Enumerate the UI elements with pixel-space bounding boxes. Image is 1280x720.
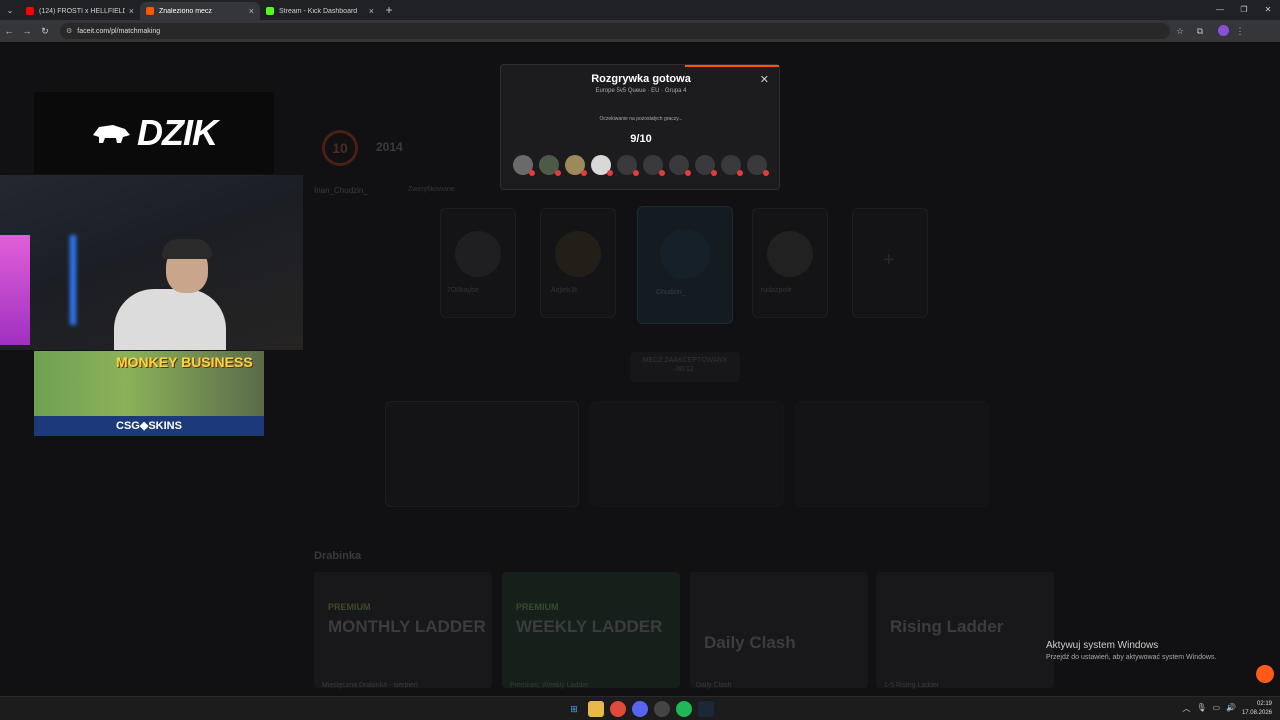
- match-ready-dialog: Rozgrywka gotowa Europe 5v5 Queue · EU ·…: [500, 64, 780, 190]
- new-tab-button[interactable]: +: [380, 3, 398, 17]
- ladder-card[interactable]: PREMIUM MONTHLY LADDER: [314, 572, 492, 688]
- bookmark-star-icon[interactable]: ☆: [1170, 26, 1190, 37]
- team-card[interactable]: 7O0kaybe: [440, 208, 516, 318]
- forward-icon[interactable]: →: [18, 26, 36, 36]
- extensions-icon[interactable]: ⧉: [1190, 26, 1210, 37]
- username: Inan_Chudzin_: [314, 186, 368, 195]
- profile-icon[interactable]: [1210, 24, 1230, 38]
- sponsor-banner: MONKEY BUSINESS CSG◆SKINS: [34, 351, 264, 436]
- player-avatar: [721, 155, 743, 176]
- elo-value: 2014: [376, 140, 403, 154]
- ladder-heading: Drabinka: [314, 550, 362, 562]
- back-icon[interactable]: ←: [0, 26, 18, 36]
- player-avatar: [695, 155, 717, 176]
- page-viewport: 10 2014 Inan_Chudzin_ Zweryfikowane 7O0k…: [0, 42, 1280, 696]
- player-list: [513, 155, 773, 176]
- webcam-feed: [0, 175, 303, 350]
- level-badge: 10: [322, 130, 358, 166]
- mic-icon[interactable]: 🎙: [1196, 703, 1206, 714]
- system-tray: ︿ 🎙 ▭ 🔊: [1176, 703, 1236, 714]
- team-card[interactable]: rudazpole: [752, 208, 828, 318]
- tab-faceit[interactable]: Znaleziono mecz ×: [140, 2, 260, 20]
- ladder-card[interactable]: Rising Ladder: [876, 572, 1054, 688]
- spotify-icon[interactable]: [676, 701, 692, 717]
- clock[interactable]: 02:19 17.08.2026: [1242, 700, 1272, 718]
- match-accepted-button[interactable]: MECZ ZAAKCEPTOWANY 00:12: [630, 352, 740, 382]
- mode-card[interactable]: [385, 401, 579, 507]
- player-avatar: [747, 155, 769, 176]
- steam-icon[interactable]: [698, 701, 714, 717]
- browser-tabbar: ⌄ (124) FROSTI x HELLFIELD - WS × Znalez…: [0, 0, 1280, 20]
- kick-icon: [266, 7, 274, 15]
- player-avatar: [591, 155, 613, 176]
- boar-icon: [93, 125, 130, 143]
- ladder-card[interactable]: Daily Clash: [690, 572, 868, 688]
- volume-icon[interactable]: 🔊: [1226, 703, 1236, 714]
- start-icon[interactable]: ⊞: [566, 701, 582, 717]
- player-avatar: [617, 155, 639, 176]
- mode-card[interactable]: [590, 401, 784, 507]
- player-avatar: [643, 155, 665, 176]
- close-icon[interactable]: ✕: [760, 73, 769, 86]
- mode-card[interactable]: [795, 401, 989, 507]
- youtube-icon: [26, 7, 34, 15]
- maximize-button[interactable]: ❐: [1232, 0, 1256, 20]
- discord-icon[interactable]: [632, 701, 648, 717]
- dialog-title: Rozgrywka gotowa: [591, 73, 691, 85]
- activation-watermark: Aktywuj system Windows Przejdź do ustawi…: [1046, 640, 1217, 661]
- faceit-fab-button[interactable]: [1256, 665, 1274, 683]
- accepted-count: 9/10: [630, 133, 652, 145]
- chevron-up-icon[interactable]: ︿: [1182, 703, 1190, 714]
- close-tab-icon[interactable]: ×: [249, 6, 254, 16]
- taskbar: ⊞ ︿ 🎙 ▭ 🔊 02:19 17.08.2026: [0, 696, 1280, 720]
- minimize-button[interactable]: —: [1208, 0, 1232, 20]
- team-card[interactable]: Aajtek3k: [540, 208, 616, 318]
- close-tab-icon[interactable]: ×: [129, 6, 134, 16]
- faceit-icon: [146, 7, 154, 15]
- team-card-self[interactable]: Chudzin_: [637, 206, 733, 324]
- waiting-text: Oczekiwanie na pozostałych graczy...: [599, 116, 683, 122]
- player-avatar: [669, 155, 691, 176]
- network-icon[interactable]: ▭: [1212, 703, 1220, 714]
- menu-icon[interactable]: ⋮: [1230, 26, 1250, 37]
- file-explorer-icon[interactable]: [588, 701, 604, 717]
- tab-search-icon[interactable]: ⌄: [0, 6, 20, 15]
- invite-slot[interactable]: +: [852, 208, 928, 318]
- close-window-button[interactable]: ✕: [1256, 0, 1280, 20]
- tab-kick[interactable]: Stream - Kick Dashboard ×: [260, 2, 380, 20]
- player-avatar: [513, 155, 535, 176]
- url-input[interactable]: ⚙ faceit.com/pl/matchmaking: [60, 23, 1170, 39]
- dzik-logo: DZIK: [34, 92, 274, 174]
- progress-bar: [685, 65, 779, 67]
- ladder-card[interactable]: PREMIUM WEEKLY LADDER: [502, 572, 680, 688]
- obs-icon[interactable]: [654, 701, 670, 717]
- queue-info: Europe 5v5 Queue · EU · Grupa 4: [595, 88, 687, 94]
- reload-icon[interactable]: ↻: [36, 26, 54, 37]
- address-bar: ← → ↻ ⚙ faceit.com/pl/matchmaking ☆ ⧉ ⋮: [0, 20, 1280, 42]
- tab-youtube[interactable]: (124) FROSTI x HELLFIELD - WS ×: [20, 2, 140, 20]
- player-avatar: [539, 155, 561, 176]
- verified-label: Zweryfikowane: [408, 186, 455, 193]
- player-avatar: [565, 155, 587, 176]
- chrome-icon[interactable]: [610, 701, 626, 717]
- close-tab-icon[interactable]: ×: [369, 6, 374, 16]
- site-info-icon[interactable]: ⚙: [66, 27, 72, 35]
